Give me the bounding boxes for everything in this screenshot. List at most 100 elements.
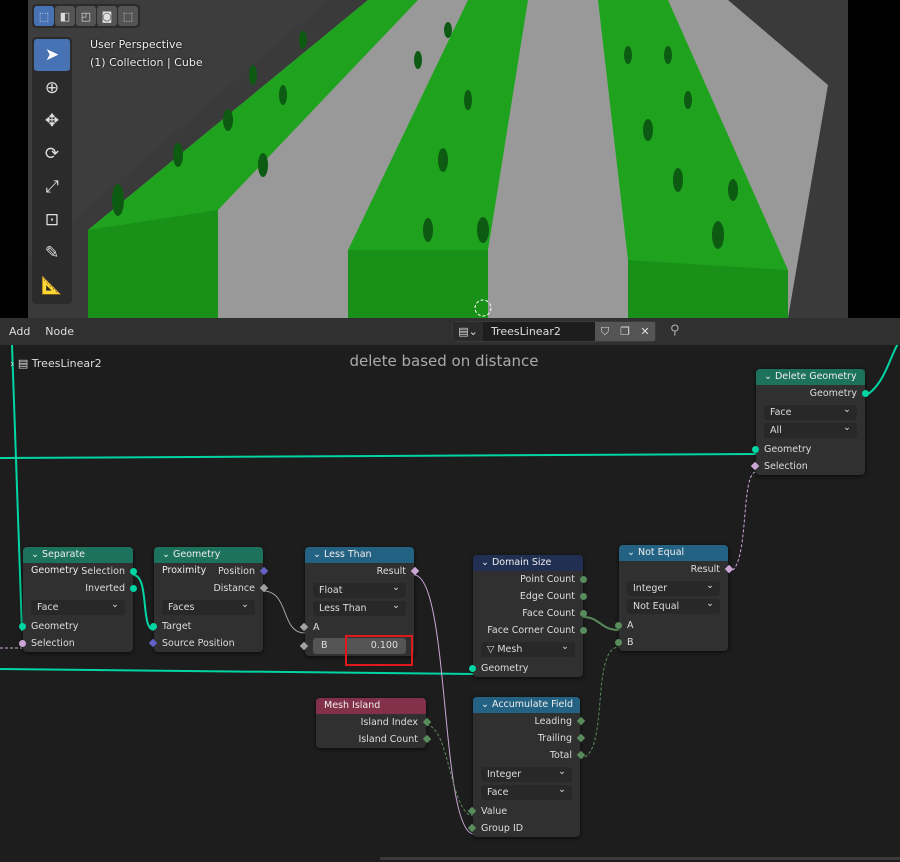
node-mesh-island[interactable]: Mesh Island Island Index Island Count	[316, 698, 432, 748]
socket-input-geometry[interactable]: Geometry	[752, 441, 865, 458]
socket-dot[interactable]	[752, 446, 759, 453]
socket-dot[interactable]	[19, 640, 26, 647]
socket-output-result[interactable]: Result	[305, 563, 420, 580]
socket-input-selection[interactable]: Selection	[19, 635, 133, 652]
socket-label: Position	[218, 566, 255, 577]
socket-label: Island Index	[360, 717, 418, 728]
transform-icon[interactable]: ⊡	[34, 204, 70, 236]
socket-dot[interactable]	[19, 623, 26, 630]
node-geometry-proximity[interactable]: ⌄ Geometry Proximity Position Distance F…	[148, 547, 269, 652]
node-domain-size[interactable]: ⌄ Domain Size Point Count Edge Count Fac…	[469, 555, 587, 677]
rotate-icon[interactable]: ⟳	[34, 138, 70, 170]
type-dropdown[interactable]: Float	[313, 580, 406, 598]
node-delete-geometry[interactable]: ⌄ Delete Geometry Geometry Face All Geom…	[750, 369, 869, 475]
node-editor[interactable]: Add Node ▤⌄ TreesLinear2 ⛉ ❐ ✕ ⚲ › ▤ Tre…	[0, 318, 900, 862]
annotate-icon[interactable]: ✎	[34, 237, 70, 269]
domain-dropdown[interactable]: Face	[31, 597, 125, 615]
socket-output-edge-count[interactable]: Edge Count	[473, 588, 587, 605]
node-header: ⌄ Delete Geometry	[756, 369, 865, 385]
select-intersect-icon[interactable]: ⬚	[118, 6, 138, 26]
select-new-icon[interactable]: ⬚	[34, 6, 54, 26]
socket-output-face-corner-count[interactable]: Face Corner Count	[473, 622, 587, 639]
domain-dropdown[interactable]: Face	[481, 782, 572, 800]
socket-label: Trailing	[537, 733, 572, 744]
measure-icon[interactable]: 📐	[34, 270, 70, 302]
move-icon[interactable]: ✥	[34, 105, 70, 137]
node-title: Mesh Island	[324, 700, 381, 711]
socket-output-point-count[interactable]: Point Count	[473, 571, 587, 588]
select-subtract-icon[interactable]: ◰	[76, 6, 96, 26]
socket-dot[interactable]	[580, 593, 587, 600]
socket-dot[interactable]	[862, 390, 869, 397]
socket-dot[interactable]	[615, 622, 622, 629]
node-title: Accumulate Field	[491, 699, 574, 710]
socket-dot[interactable]	[130, 585, 137, 592]
link-islandindex-value	[425, 724, 475, 817]
menu-add[interactable]: Add	[9, 325, 30, 338]
node-canvas[interactable]: › ▤ TreesLinear2 delete based on distanc…	[0, 345, 900, 862]
node-header: ⌄ Geometry Proximity	[154, 547, 263, 576]
socket-input-b[interactable]: B	[615, 634, 728, 651]
socket-output-selection[interactable]: Selection	[23, 563, 137, 580]
socket-input-a[interactable]: A	[299, 619, 414, 636]
socket-input-group-id[interactable]: Group ID	[467, 820, 580, 837]
socket-label: Leading	[534, 716, 572, 727]
socket-label: Island Count	[358, 734, 419, 745]
node-tree-name-field[interactable]: TreesLinear2	[483, 322, 595, 341]
mode-dropdown[interactable]: All	[764, 420, 857, 438]
pin-icon[interactable]: ⚲	[670, 323, 680, 338]
socket-dot[interactable]	[580, 576, 587, 583]
socket-output-total[interactable]: Total	[473, 747, 586, 764]
frame-label: delete based on distance	[349, 352, 539, 370]
domain-dropdown[interactable]: Face	[764, 402, 857, 420]
node-accumulate-field[interactable]: ⌄ Accumulate Field Leading Trailing Tota…	[467, 697, 586, 837]
socket-output-result[interactable]: Result	[619, 561, 734, 578]
select-box-icon[interactable]: ➤	[34, 39, 70, 71]
node-not-equal[interactable]: ⌄ Not Equal Result Integer Not Equal A B	[615, 545, 734, 651]
socket-output-inverted[interactable]: Inverted	[23, 580, 137, 597]
mode-dropdown[interactable]: Faces	[162, 597, 255, 615]
type-dropdown[interactable]: Integer	[481, 764, 572, 782]
cursor-icon[interactable]: ⊕	[34, 72, 70, 104]
component-dropdown[interactable]: ▽ Mesh	[481, 639, 575, 657]
socket-label: Group ID	[481, 823, 524, 834]
select-invert-icon[interactable]: ◙	[97, 6, 117, 26]
socket-output-distance[interactable]: Distance	[154, 580, 269, 597]
node-tree-browse-icon[interactable]: ▤⌄	[453, 322, 483, 341]
type-dropdown[interactable]: Integer	[627, 578, 720, 596]
socket-dot[interactable]	[580, 610, 587, 617]
socket-output-trailing[interactable]: Trailing	[473, 730, 586, 747]
mesh-icon: ▽	[487, 644, 498, 655]
socket-output-geometry[interactable]: Geometry	[756, 385, 869, 402]
menu-node[interactable]: Node	[45, 325, 74, 338]
socket-input-a[interactable]: A	[615, 617, 728, 634]
select-extend-icon[interactable]: ◧	[55, 6, 75, 26]
socket-input-target[interactable]: Target	[150, 618, 263, 635]
socket-input-source-position[interactable]: Source Position	[148, 635, 263, 652]
socket-output-island-index[interactable]: Island Index	[316, 714, 432, 731]
duplicate-icon[interactable]: ❐	[615, 322, 635, 341]
unlink-icon[interactable]: ✕	[635, 322, 655, 341]
socket-input-geometry[interactable]: Geometry	[19, 618, 133, 635]
node-separate-geometry[interactable]: ⌄ Separate Geometry Selection Inverted F…	[19, 547, 137, 652]
socket-output-face-count[interactable]: Face Count	[473, 605, 587, 622]
socket-dot[interactable]	[615, 639, 622, 646]
socket-input-selection[interactable]: Selection	[750, 458, 865, 475]
socket-dot[interactable]	[469, 665, 476, 672]
operation-dropdown[interactable]: Not Equal	[627, 596, 720, 614]
scale-icon[interactable]: ⤢	[34, 171, 70, 203]
operation-dropdown[interactable]: Less Than	[313, 598, 406, 616]
socket-input-value[interactable]: Value	[467, 803, 580, 820]
horizontal-scrollbar[interactable]	[380, 857, 900, 860]
socket-output-leading[interactable]: Leading	[473, 713, 586, 730]
socket-dot[interactable]	[150, 623, 157, 630]
fake-user-icon[interactable]: ⛉	[595, 322, 615, 341]
link-geometry-domain	[0, 668, 475, 675]
socket-dot[interactable]	[580, 627, 587, 634]
socket-input-geometry[interactable]: Geometry	[469, 660, 583, 677]
socket-output-island-count[interactable]: Island Count	[316, 731, 432, 748]
3d-viewport[interactable]: ⬚ ◧ ◰ ◙ ⬚ ➤ ⊕ ✥ ⟳ ⤢ ⊡ ✎ 📐 User Perspecti…	[28, 0, 848, 318]
socket-output-position[interactable]: Position	[154, 563, 269, 580]
socket-dot[interactable]	[130, 568, 137, 575]
socket-label: Result	[376, 566, 406, 577]
